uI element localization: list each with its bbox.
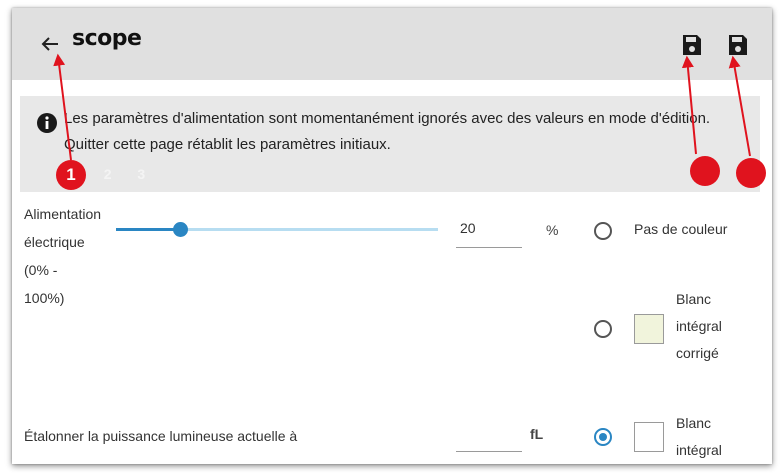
app-bar: scope	[12, 8, 772, 80]
calibrate-unit: fL	[530, 426, 544, 442]
power-slider[interactable]	[116, 222, 438, 238]
option-label-line: intégral	[676, 442, 722, 458]
arrow-left-icon[interactable]	[38, 32, 62, 56]
power-label-line: (0% -	[24, 262, 58, 278]
option-label-white-integral: Blanc intégral	[676, 410, 722, 464]
power-label-line: Alimentation	[24, 206, 102, 222]
power-label-line: 100%)	[24, 290, 65, 306]
floppy-save-icon[interactable]	[728, 34, 748, 56]
info-circle-icon	[37, 113, 57, 133]
app-window: scope Les paramètres d'alimentation sont…	[12, 8, 772, 464]
calibrate-value-field[interactable]	[456, 422, 522, 452]
slider-thumb[interactable]	[173, 222, 189, 237]
step-number: 3	[137, 166, 146, 182]
slider-fill	[116, 228, 181, 231]
option-label-line: corrigé	[676, 345, 719, 361]
power-unit: %	[546, 222, 559, 238]
power-label-line: électrique	[24, 234, 85, 250]
option-label-line: Blanc	[676, 291, 712, 307]
option-label-line: intégral	[676, 318, 722, 334]
option-label-no-color: Pas de couleur	[634, 216, 727, 243]
option-label-white-corrected: Blanc intégral corrigé	[676, 286, 722, 367]
annotation-marker	[736, 158, 766, 188]
swatch-white-integral[interactable]	[634, 422, 664, 452]
info-message: Les paramètres d'alimentation sont momen…	[64, 110, 711, 153]
radio-no-color[interactable]	[594, 222, 612, 240]
option-label-line: Blanc	[676, 415, 712, 431]
annotation-marker	[690, 156, 720, 186]
info-banner: Les paramètres d'alimentation sont momen…	[20, 96, 760, 192]
power-label: Alimentation électrique (0% - 100%)	[24, 200, 124, 312]
step-number: 2	[103, 166, 112, 182]
floppy-save-icon[interactable]	[682, 34, 702, 56]
radio-white-integral[interactable]	[594, 428, 612, 446]
annotation-marker-1: 1	[56, 160, 86, 190]
power-value-field[interactable]: 20	[456, 218, 522, 248]
radio-white-corrected[interactable]	[594, 320, 612, 338]
page-title: scope	[72, 26, 142, 51]
swatch-white-corrected[interactable]	[634, 314, 664, 344]
option-label-line: Pas de couleur	[634, 221, 728, 237]
calibrate-label: Étalonner la puissance lumineuse actuell…	[24, 428, 298, 444]
